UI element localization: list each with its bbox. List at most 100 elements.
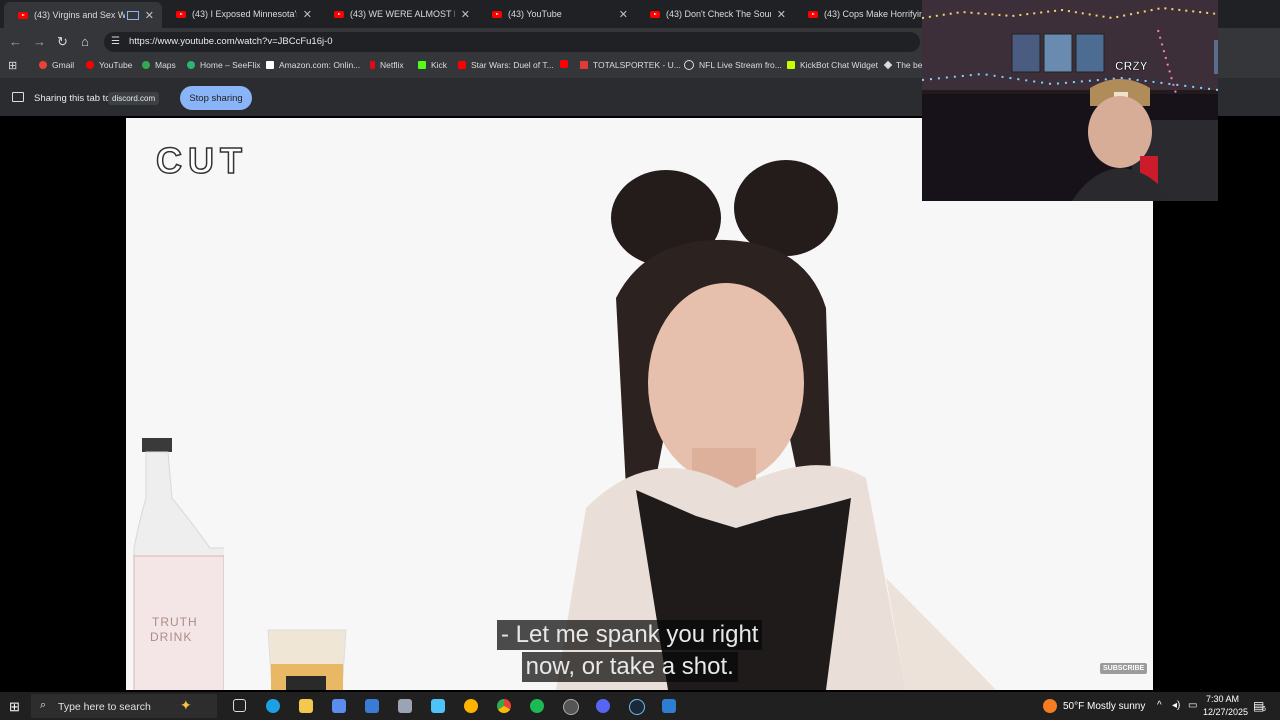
tab-4[interactable]: (43) YouTube ✕ (478, 3, 636, 25)
bookmark-label: Home – SeeFlix (200, 60, 261, 70)
bookmark-kickbot[interactable]: KickBot Chat Widget (787, 60, 878, 70)
webcam-overlay: CRZY (922, 0, 1218, 201)
file-explorer-icon[interactable] (299, 699, 313, 713)
close-icon[interactable]: ✕ (777, 8, 786, 21)
close-icon[interactable]: ✕ (619, 8, 628, 21)
tab-title: (43) WE WERE ALMOST IN TEA (350, 9, 455, 19)
tab-1[interactable]: (43) Virgins and Sex Worke ✕ (4, 2, 162, 28)
bookmark-kick[interactable]: Kick (418, 60, 447, 70)
subscribe-watermark[interactable]: SUBSCRIBE (1100, 663, 1148, 674)
youtube-icon (334, 10, 344, 18)
discord-icon[interactable] (596, 699, 610, 713)
network-icon[interactable]: ▭ (1188, 700, 1197, 711)
apps-grid-icon[interactable]: ⊞ (8, 59, 17, 72)
bookmark-star-wars[interactable]: Star Wars: Duel of T... (458, 60, 554, 70)
tab-3[interactable]: (43) WE WERE ALMOST IN TEA ✕ (320, 3, 478, 25)
calculator-icon[interactable] (365, 699, 379, 713)
home-icon[interactable]: ⌂ (81, 34, 89, 50)
webcam-image (922, 0, 1218, 201)
bookmark-label: KickBot Chat Widget (800, 60, 878, 70)
sparkle-icon[interactable]: ✦ (180, 697, 192, 714)
windows-start-icon[interactable]: ⊞ (9, 700, 20, 713)
youtube-icon (86, 61, 94, 69)
bookmark-label: The be (896, 60, 923, 70)
totalsportek-icon (580, 61, 588, 69)
bookmark-amazon[interactable]: Amazon.com: Onlin... (266, 60, 360, 70)
youtube-icon (458, 61, 466, 69)
forward-icon[interactable]: → (33, 34, 46, 50)
edge-icon[interactable] (266, 699, 280, 713)
site-info-icon[interactable]: ☰ (111, 36, 120, 47)
close-icon[interactable]: ✕ (461, 8, 470, 21)
kick-icon (418, 61, 426, 69)
tab-6[interactable]: (43) Cops Make Horrifying D (794, 3, 922, 25)
tab-2[interactable]: (43) I Exposed Minnesota's Billi ✕ (162, 3, 320, 25)
bookmark-label: NFL Live Stream fro... (699, 60, 782, 70)
bottle-image (133, 438, 224, 690)
app-icon[interactable] (398, 699, 412, 713)
app-icon[interactable] (662, 699, 676, 713)
bookmark-label: Kick (431, 60, 448, 70)
app-icon[interactable] (431, 699, 445, 713)
drink-glass-image (267, 629, 347, 690)
clock-time[interactable]: 7:30 AM (1206, 694, 1239, 704)
bookmark-label: YouTube (99, 60, 133, 70)
person-image (556, 160, 996, 690)
task-view-icon[interactable] (233, 699, 246, 712)
obs-icon[interactable] (563, 699, 579, 715)
bookmark-maps[interactable]: Maps (142, 60, 176, 70)
bookmark-label: Amazon.com: Onlin... (279, 60, 361, 70)
cast-icon (126, 10, 139, 20)
close-icon[interactable]: ✕ (145, 9, 154, 22)
kickbot-icon (787, 61, 795, 69)
youtube-icon (808, 10, 818, 18)
cut-logo: CUT (155, 139, 248, 182)
bookmark-label: Netflix (380, 60, 404, 70)
stop-sharing-button[interactable]: Stop sharing (180, 86, 252, 110)
bottle-label-drink: DRINK (150, 630, 193, 644)
speaker-icon[interactable]: ◂) (1172, 700, 1180, 711)
bookmark-totalsportek[interactable]: TOTALSPORTEK - U... (580, 60, 681, 70)
tab-5[interactable]: (43) Don't Check The Sound 👀 ✕ (636, 3, 794, 25)
bookmark-netflix[interactable]: Netflix (370, 60, 404, 70)
weather-sun-icon (1043, 699, 1057, 713)
video-player[interactable]: CUT TRUTH DRINK - Let me spank you right… (126, 118, 1153, 690)
weather-text[interactable]: 50°F Mostly sunny (1063, 701, 1145, 712)
bookmark-the-be[interactable]: The be (883, 60, 923, 70)
bookmark-youtube-2[interactable] (560, 60, 573, 68)
tab-title: (43) Don't Check The Sound 👀 (666, 8, 771, 19)
globe-icon (684, 60, 694, 70)
chrome-icon[interactable] (497, 699, 511, 713)
sharing-domain: discord.com (108, 92, 160, 105)
bookmark-gmail[interactable]: Gmail (39, 60, 74, 70)
chevron-up-icon[interactable]: ^ (1157, 700, 1162, 711)
back-icon[interactable]: ← (9, 34, 22, 50)
bookmark-label: Maps (155, 60, 176, 70)
tab-title: (43) I Exposed Minnesota's Billi (192, 9, 297, 19)
close-icon[interactable]: ✕ (303, 8, 312, 21)
url-text[interactable]: https://www.youtube.com/watch?v=JBCcFu16… (129, 36, 333, 47)
bookmark-youtube[interactable]: YouTube (86, 60, 132, 70)
youtube-icon (18, 11, 28, 19)
subtitle-line-2: now, or take a shot. (521, 652, 738, 682)
app-icon[interactable] (464, 699, 478, 713)
bookmark-seeflix[interactable]: Home – SeeFlix (187, 60, 260, 70)
clock-date[interactable]: 12/27/2025 (1203, 707, 1248, 717)
spotify-icon[interactable] (530, 699, 544, 713)
tab-title: (43) Virgins and Sex Worke (34, 10, 125, 20)
steam-icon[interactable] (629, 699, 645, 715)
screen-share-icon (12, 92, 24, 102)
bookmark-label: Star Wars: Duel of T... (471, 60, 554, 70)
notification-count: 6 (1262, 706, 1266, 713)
bookmark-nfl[interactable]: NFL Live Stream fro... (684, 60, 782, 70)
netflix-icon (370, 61, 375, 69)
video-subtitles: - Let me spank you right now, or take a … (497, 620, 763, 684)
hat-text: CRZY (1115, 59, 1148, 74)
maps-icon (142, 61, 150, 69)
subtitle-line-1: - Let me spank you right (497, 620, 763, 650)
youtube-icon (560, 60, 568, 68)
bookmark-label: TOTALSPORTEK - U... (593, 60, 681, 70)
youtube-icon (650, 10, 660, 18)
app-icon[interactable] (332, 699, 346, 713)
reload-icon[interactable]: ↻ (57, 34, 68, 50)
